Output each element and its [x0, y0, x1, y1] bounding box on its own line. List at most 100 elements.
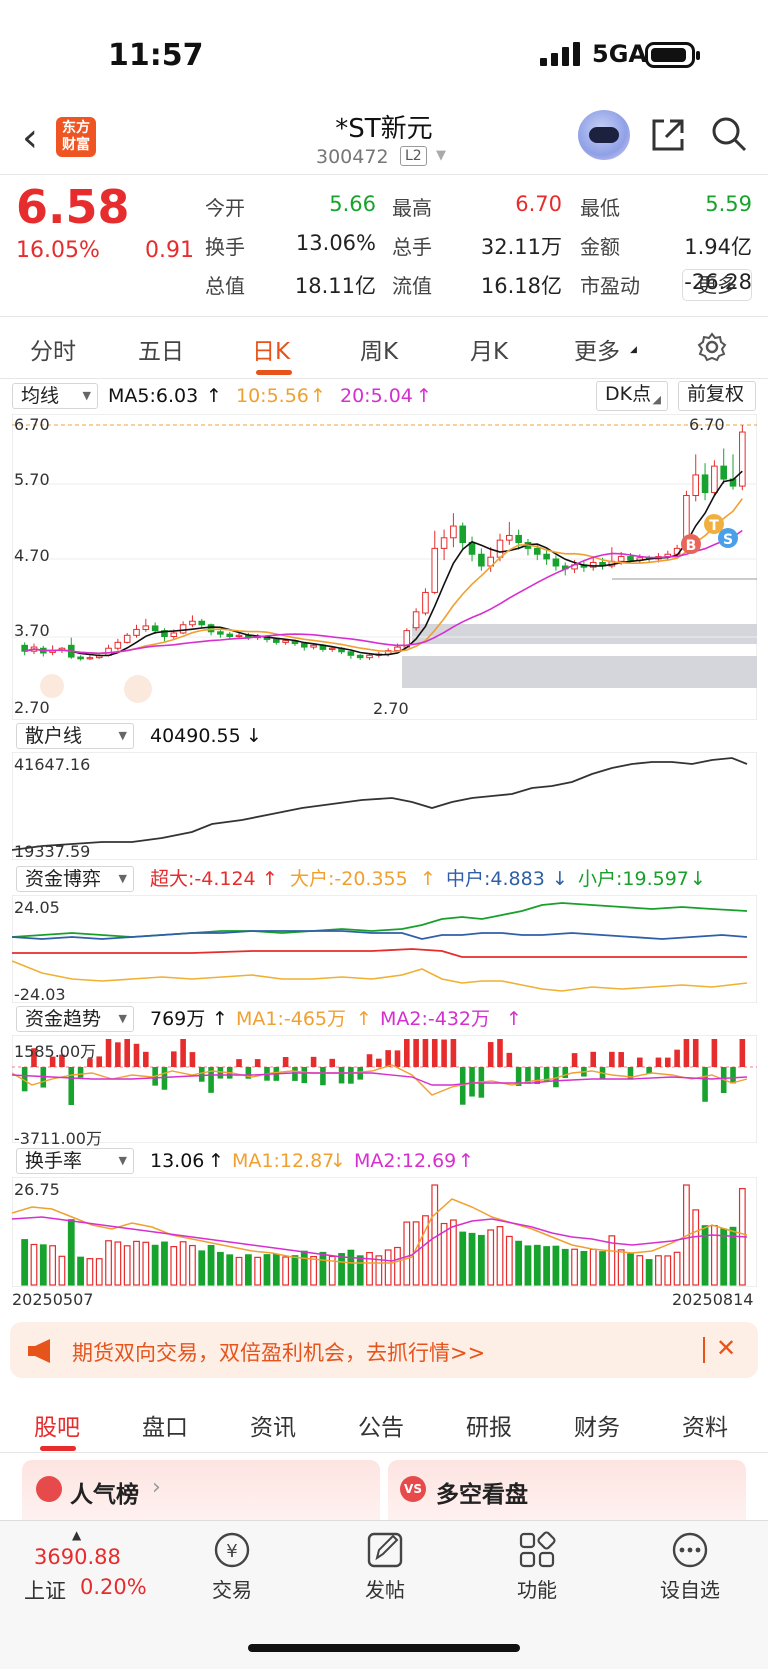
candle-body [412, 611, 420, 629]
ma20-up-arrow-icon: ↑ [416, 385, 432, 407]
candle-body [114, 641, 122, 649]
info-tab-0[interactable]: 股吧 [34, 1408, 80, 1442]
quote-label: 总值 [205, 274, 245, 298]
fund-trend-bar [217, 1067, 224, 1079]
more-arrow-icon[interactable]: ◢ [630, 345, 637, 355]
bull-bear-title[interactable]: 多空看盘 [436, 1475, 528, 1509]
turnover-bar [487, 1229, 495, 1286]
turnover-bar [655, 1255, 662, 1286]
tab-3[interactable]: 周K [360, 332, 398, 366]
tab-2[interactable]: 日K [252, 332, 290, 366]
apps-grid-icon [519, 1531, 556, 1568]
nav-post[interactable]: 发帖 [345, 1530, 425, 1602]
divider [0, 174, 768, 175]
turnover-select[interactable]: 换手率 ▼ [16, 1148, 134, 1174]
candle-body [711, 465, 718, 494]
candle-body [207, 624, 215, 633]
nav-watchlist[interactable]: 设自选 [650, 1530, 730, 1602]
up-arrow-icon: ↑ [212, 1008, 228, 1030]
chevron-right-icon[interactable]: › [152, 1475, 161, 1500]
select-arrow-icon: ▼ [118, 872, 127, 885]
fund-game-axis-top: 24.05 [14, 898, 60, 917]
candle-body [515, 534, 522, 543]
fund-trend-bar [730, 1067, 736, 1084]
active-tab-underline [256, 370, 292, 375]
ai-assistant-robot-icon[interactable] [578, 110, 630, 160]
candle-body [617, 556, 625, 562]
info-tab-5[interactable]: 财务 [574, 1408, 620, 1442]
fund-trend-chart[interactable] [12, 1035, 757, 1143]
stock-code[interactable]: 300472 [316, 146, 389, 168]
nav-functions[interactable]: 功能 [497, 1530, 577, 1602]
close-icon[interactable]: ✕ [716, 1334, 736, 1362]
turnover-ma1: MA1:12.87 [232, 1150, 335, 1172]
clock: 11:57 [108, 38, 204, 73]
info-tab-4[interactable]: 研报 [466, 1408, 512, 1442]
kline-chart[interactable]: B T S [12, 414, 757, 720]
candle-body [310, 644, 317, 648]
tab-1[interactable]: 五日 [138, 332, 184, 366]
turnover-bar [394, 1246, 401, 1286]
info-tab-1[interactable]: 盘口 [142, 1408, 188, 1442]
fund-game-axis-bottom: -24.03 [14, 985, 66, 1004]
more-button[interactable]: 更多 [682, 269, 752, 301]
tab-4[interactable]: 月K [470, 332, 508, 366]
fund-trend-bar [637, 1057, 643, 1067]
candle-body [235, 634, 243, 637]
turnover-bar [282, 1256, 290, 1286]
candle-body [478, 553, 485, 567]
retail-line-chart[interactable] [12, 752, 757, 860]
fund-trend-bar [571, 1053, 578, 1067]
turnover-bar [552, 1245, 560, 1286]
indicator-select[interactable]: 均线 ▼ [12, 383, 98, 409]
index-change-percent[interactable]: 0.20% [80, 1575, 147, 1599]
turnover-bar [254, 1256, 262, 1286]
turnover-bar [664, 1255, 672, 1286]
megaphone-icon [28, 1339, 50, 1363]
dk-point-button[interactable]: DK点 ◢ [596, 381, 668, 411]
promo-text[interactable]: 期货双向交易，双倍盈利机会，去抓行情>> [72, 1337, 485, 1367]
turnover-chart[interactable] [12, 1177, 757, 1287]
fund-trend-select[interactable]: 资金趋势 ▼ [16, 1006, 134, 1032]
tab-5[interactable]: 更多 [574, 332, 620, 366]
fund-trend-bar [77, 1067, 84, 1078]
candle-body [394, 646, 401, 652]
retail-axis-bottom: 19337.59 [14, 842, 91, 861]
expand-up-icon[interactable]: ▲ [72, 1528, 81, 1542]
candle-body [496, 539, 504, 558]
candle-body [179, 624, 187, 634]
turnover-bar [673, 1251, 681, 1286]
signal-t-label: T [709, 518, 719, 534]
level2-badge[interactable]: L2 [400, 146, 427, 166]
candle-body [450, 525, 457, 539]
info-tab-3[interactable]: 公告 [358, 1408, 404, 1442]
popular-title[interactable]: 人气榜 [70, 1475, 139, 1509]
index-name[interactable]: 上证 [24, 1575, 66, 1605]
forward-adjust-button[interactable]: 前复权 [678, 381, 756, 411]
nav-trade-label: 交易 [212, 1578, 252, 1602]
settings-gear-icon[interactable] [697, 332, 727, 362]
retail-line-select[interactable]: 散户线 ▼ [16, 723, 134, 749]
down-arrow-icon: ↓ [552, 868, 568, 890]
tab-0[interactable]: 分时 [30, 332, 76, 366]
info-tab-2[interactable]: 资讯 [250, 1408, 296, 1442]
fund-trend-bar [68, 1067, 75, 1105]
fund-game-chart[interactable] [12, 895, 757, 1003]
battery-icon [645, 42, 700, 68]
turnover-bar [338, 1253, 345, 1286]
search-icon[interactable] [710, 115, 748, 153]
fund-trend-bar [692, 1039, 699, 1067]
quote-label: 最高 [392, 196, 432, 220]
info-tab-6[interactable]: 资料 [682, 1408, 728, 1442]
nav-trade[interactable]: ¥ 交易 [192, 1530, 272, 1602]
fund-trend-bar [618, 1052, 624, 1067]
share-icon[interactable] [650, 117, 686, 153]
fund-trend-bar [338, 1067, 345, 1084]
up-arrow-icon: ↑ [506, 1008, 522, 1030]
dropdown-arrow-icon[interactable]: ▼ [436, 148, 446, 163]
fund-trend-bar [143, 1051, 149, 1067]
quote-label: 最低 [580, 196, 620, 220]
fund-game-select[interactable]: 资金博弈 ▼ [16, 866, 134, 892]
index-value[interactable]: 3690.88 [34, 1545, 121, 1569]
select-arrow-icon: ▼ [118, 1012, 127, 1025]
